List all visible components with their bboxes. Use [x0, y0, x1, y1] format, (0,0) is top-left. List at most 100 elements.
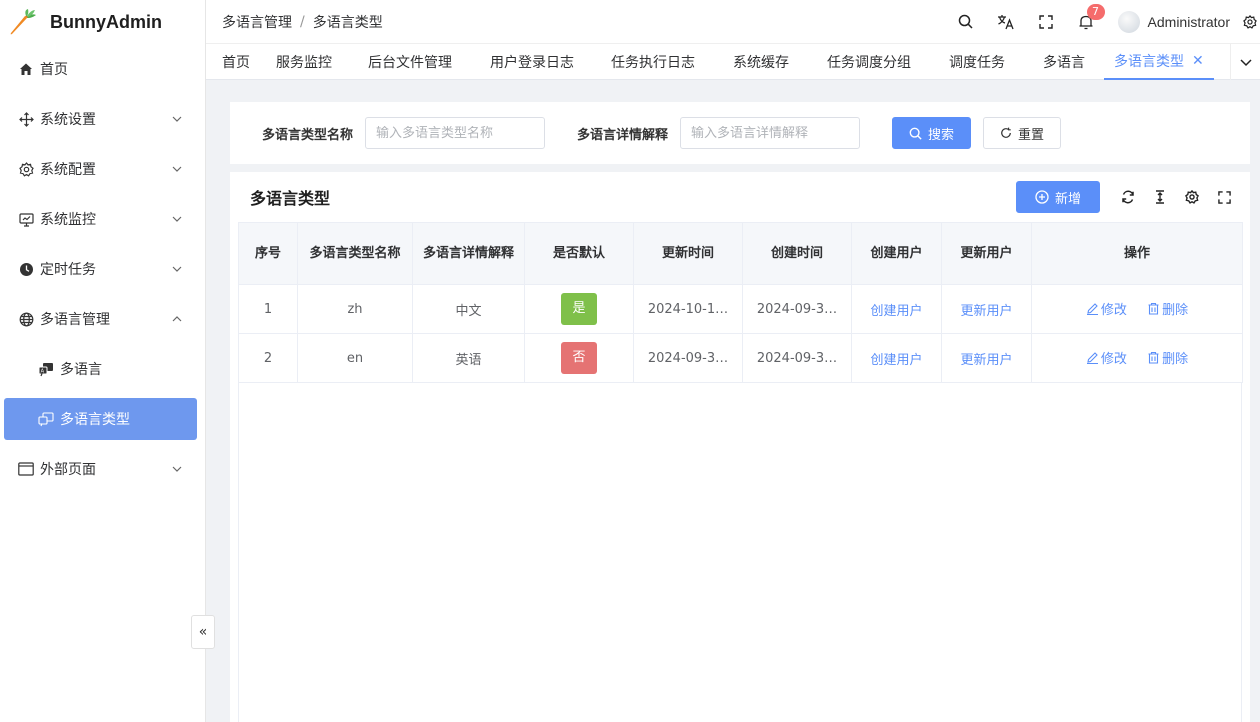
cell-actions: 修改 删除 [1031, 333, 1243, 383]
create-user-link[interactable]: 创建用户 [870, 353, 922, 368]
column-header: 多语言类型名称 [297, 222, 413, 285]
trash-icon [1148, 351, 1159, 364]
cell-type-name: zh [297, 284, 413, 334]
user-name: Administrator [1147, 13, 1230, 30]
fullscreen-icon[interactable] [1208, 181, 1240, 213]
search-icon[interactable] [946, 0, 986, 44]
fullscreen-icon[interactable] [1026, 0, 1066, 44]
sidebar-item-i18n[interactable]: A 多语言 [0, 344, 205, 394]
app-logo[interactable]: BunnyAdmin [0, 0, 205, 44]
chevron-down-icon [172, 166, 182, 172]
svg-text:A: A [41, 368, 45, 374]
tab-system-cache[interactable]: 系统缓存 [714, 44, 808, 80]
tab-schedule-task[interactable]: 调度任务 [930, 44, 1024, 80]
settings-gear-icon[interactable] [1240, 0, 1260, 44]
sidebar-item-system-config[interactable]: 系统配置 [0, 144, 205, 194]
breadcrumb-item[interactable]: 多语言管理 [222, 12, 292, 32]
table-header-row: 序号 多语言类型名称 多语言详情解释 是否默认 更新时间 创建时间 创建用户 更… [238, 222, 1243, 285]
sidebar-menu: 首页 系统设置 系统配置 系统监控 定时任务 多语言管理 A 多语言 多语言类型… [0, 44, 205, 494]
translate-icon[interactable] [986, 0, 1026, 44]
edit-button[interactable]: 修改 [1086, 299, 1127, 318]
sidebar-item-i18n-management[interactable]: 多语言管理 [0, 294, 205, 344]
summary-input[interactable] [691, 125, 850, 141]
type-name-input-wrapper [365, 117, 546, 149]
reset-button-label: 重置 [1018, 127, 1045, 143]
sidebar-item-label: 系统设置 [40, 112, 96, 128]
tab-i18n[interactable]: 多语言 [1024, 44, 1104, 80]
chevron-up-icon [172, 316, 182, 322]
column-header: 创建用户 [851, 222, 942, 285]
default-yes-tag: 是 [561, 293, 597, 325]
app-name: BunnyAdmin [50, 11, 162, 32]
tab-login-log[interactable]: 用户登录日志 [472, 44, 592, 80]
update-user-link[interactable]: 更新用户 [960, 304, 1012, 319]
sidebar-collapse-button[interactable]: « [191, 615, 215, 649]
header-actions: 7 Administrator [946, 0, 1260, 44]
tab-i18n-type[interactable]: 多语言类型 ✕ [1104, 44, 1214, 80]
sidebar-item-label: 首页 [40, 62, 68, 78]
chevron-down-icon [172, 116, 182, 122]
cell-is-default: 是 [524, 284, 634, 334]
column-height-icon[interactable] [1144, 181, 1176, 213]
settings-gear-icon[interactable] [1176, 181, 1208, 213]
cell-type-name: en [297, 333, 413, 383]
chevron-down-icon [172, 216, 182, 222]
sidebar-item-external-page[interactable]: 外部页面 [0, 444, 205, 494]
carrot-logo-icon [10, 9, 36, 35]
refresh-icon[interactable] [1112, 181, 1144, 213]
type-name-input[interactable] [376, 125, 535, 141]
tab-home[interactable]: 首页 [206, 44, 260, 80]
move-arrows-icon [18, 111, 34, 127]
sidebar-item-home[interactable]: 首页 [0, 44, 205, 94]
reset-button[interactable]: 重置 [983, 117, 1062, 149]
breadcrumb-item-current: 多语言类型 [312, 14, 383, 31]
cell-create-user: 创建用户 [851, 284, 942, 334]
notification-bell-icon[interactable]: 7 [1066, 0, 1106, 44]
chevron-down-icon [172, 266, 182, 272]
close-icon[interactable]: ✕ [1192, 53, 1204, 69]
default-no-tag: 否 [561, 342, 597, 374]
delete-button[interactable]: 删除 [1147, 299, 1188, 318]
refresh-icon [1000, 127, 1012, 139]
translate-chat-icon: A [38, 361, 54, 377]
type-name-label: 多语言类型名称 [262, 127, 354, 143]
create-user-link[interactable]: 创建用户 [870, 304, 922, 319]
avatar [1117, 10, 1140, 33]
table-row: 1 zh 中文 是 2024-10-1… 2024-09-3… 创建用户 更新用… [238, 284, 1243, 334]
search-form: 多语言类型名称 多语言详情解释 搜索 重置 [230, 102, 1250, 164]
table-empty-area [238, 382, 1242, 722]
delete-button[interactable]: 删除 [1147, 348, 1188, 367]
sidebar-item-scheduled-tasks[interactable]: 定时任务 [0, 244, 205, 294]
chevron-down-icon [172, 466, 182, 472]
tabs-dropdown-chevron-icon[interactable] [1230, 44, 1260, 80]
add-button[interactable]: 新增 [1015, 181, 1100, 213]
update-user-link[interactable]: 更新用户 [960, 353, 1012, 368]
sidebar-item-system-monitor[interactable]: 系统监控 [0, 194, 205, 244]
monitor-icon [18, 211, 34, 227]
user-menu[interactable]: Administrator [1106, 10, 1240, 33]
sidebar-item-label: 多语言 [60, 362, 102, 378]
sidebar-item-label: 定时任务 [40, 262, 96, 278]
column-header: 序号 [238, 222, 298, 285]
i18n-type-table: 序号 多语言类型名称 多语言详情解释 是否默认 更新时间 创建时间 创建用户 更… [238, 222, 1243, 383]
add-button-label: 新增 [1054, 191, 1081, 207]
breadcrumb: 多语言管理 / 多语言类型 [206, 12, 383, 32]
sidebar-item-system-settings[interactable]: 系统设置 [0, 94, 205, 144]
window-icon [18, 461, 34, 477]
cell-index: 2 [238, 333, 298, 383]
tab-task-execution-log[interactable]: 任务执行日志 [592, 44, 714, 80]
tab-file-management[interactable]: 后台文件管理 [348, 44, 472, 80]
sidebar-item-i18n-type[interactable]: 多语言类型 [4, 398, 197, 440]
summary-label: 多语言详情解释 [577, 127, 669, 143]
tags-view: 首页 服务监控 后台文件管理 用户登录日志 任务执行日志 系统缓存 任务调度分组… [206, 44, 1260, 80]
edit-button[interactable]: 修改 [1086, 348, 1127, 367]
sidebar-item-label: 多语言管理 [40, 312, 110, 328]
tab-service-monitor[interactable]: 服务监控 [260, 44, 348, 80]
cell-create-time: 2024-09-3… [742, 284, 852, 334]
table-row: 2 en 英语 否 2024-09-3… 2024-09-3… 创建用户 更新用… [238, 333, 1243, 383]
sidebar-item-label: 系统配置 [40, 162, 96, 178]
tab-schedule-group[interactable]: 任务调度分组 [808, 44, 930, 80]
tab-label: 多语言类型 [1114, 53, 1184, 70]
search-button-label: 搜索 [928, 127, 955, 143]
search-button[interactable]: 搜索 [892, 117, 972, 149]
